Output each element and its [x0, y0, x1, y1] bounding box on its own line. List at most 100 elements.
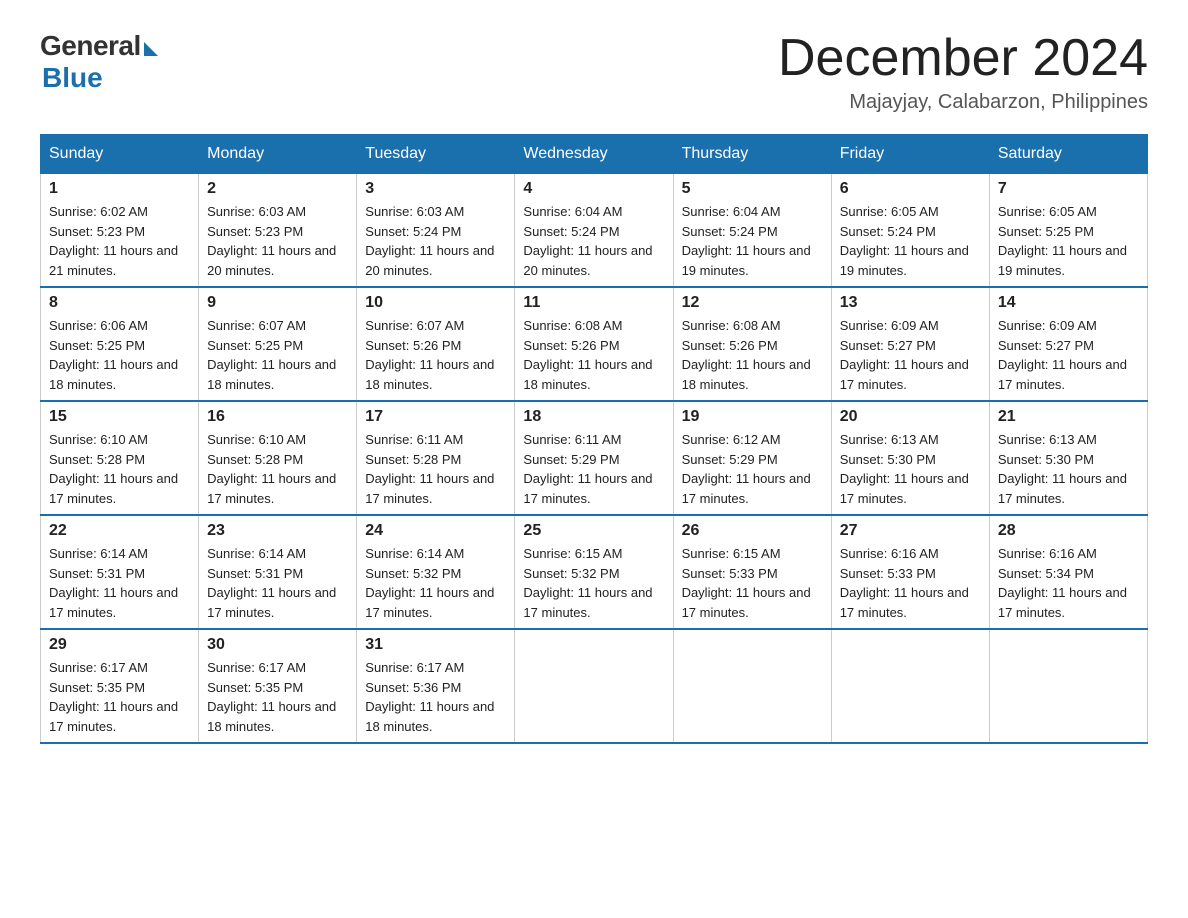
calendar-cell: 8 Sunrise: 6:06 AMSunset: 5:25 PMDayligh…: [41, 287, 199, 401]
day-number: 3: [365, 180, 506, 198]
day-info: Sunrise: 6:03 AMSunset: 5:23 PMDaylight:…: [207, 202, 348, 280]
calendar-cell: [515, 629, 673, 743]
calendar-cell: 9 Sunrise: 6:07 AMSunset: 5:25 PMDayligh…: [199, 287, 357, 401]
month-title: December 2024: [778, 30, 1148, 87]
calendar-cell: 31 Sunrise: 6:17 AMSunset: 5:36 PMDaylig…: [357, 629, 515, 743]
day-info: Sunrise: 6:04 AMSunset: 5:24 PMDaylight:…: [523, 202, 664, 280]
day-number: 12: [682, 294, 823, 312]
day-info: Sunrise: 6:06 AMSunset: 5:25 PMDaylight:…: [49, 316, 190, 394]
day-number: 2: [207, 180, 348, 198]
day-info: Sunrise: 6:10 AMSunset: 5:28 PMDaylight:…: [49, 430, 190, 508]
weekday-header-tuesday: Tuesday: [357, 135, 515, 174]
day-info: Sunrise: 6:09 AMSunset: 5:27 PMDaylight:…: [998, 316, 1139, 394]
calendar-cell: 20 Sunrise: 6:13 AMSunset: 5:30 PMDaylig…: [831, 401, 989, 515]
day-info: Sunrise: 6:15 AMSunset: 5:33 PMDaylight:…: [682, 544, 823, 622]
title-block: December 2024 Majayjay, Calabarzon, Phil…: [778, 30, 1148, 114]
day-number: 16: [207, 408, 348, 426]
day-number: 7: [998, 180, 1139, 198]
calendar-cell: 11 Sunrise: 6:08 AMSunset: 5:26 PMDaylig…: [515, 287, 673, 401]
day-info: Sunrise: 6:08 AMSunset: 5:26 PMDaylight:…: [682, 316, 823, 394]
day-info: Sunrise: 6:07 AMSunset: 5:25 PMDaylight:…: [207, 316, 348, 394]
calendar-table: SundayMondayTuesdayWednesdayThursdayFrid…: [40, 134, 1148, 744]
day-number: 9: [207, 294, 348, 312]
day-info: Sunrise: 6:11 AMSunset: 5:29 PMDaylight:…: [523, 430, 664, 508]
calendar-cell: 21 Sunrise: 6:13 AMSunset: 5:30 PMDaylig…: [989, 401, 1147, 515]
page-header: General Blue December 2024 Majayjay, Cal…: [40, 30, 1148, 114]
calendar-cell: 16 Sunrise: 6:10 AMSunset: 5:28 PMDaylig…: [199, 401, 357, 515]
day-number: 31: [365, 636, 506, 654]
day-number: 6: [840, 180, 981, 198]
day-info: Sunrise: 6:04 AMSunset: 5:24 PMDaylight:…: [682, 202, 823, 280]
weekday-header-saturday: Saturday: [989, 135, 1147, 174]
calendar-cell: 26 Sunrise: 6:15 AMSunset: 5:33 PMDaylig…: [673, 515, 831, 629]
calendar-cell: 15 Sunrise: 6:10 AMSunset: 5:28 PMDaylig…: [41, 401, 199, 515]
day-info: Sunrise: 6:16 AMSunset: 5:34 PMDaylight:…: [998, 544, 1139, 622]
calendar-week-row: 22 Sunrise: 6:14 AMSunset: 5:31 PMDaylig…: [41, 515, 1148, 629]
calendar-cell: 7 Sunrise: 6:05 AMSunset: 5:25 PMDayligh…: [989, 174, 1147, 288]
day-info: Sunrise: 6:10 AMSunset: 5:28 PMDaylight:…: [207, 430, 348, 508]
calendar-cell: 2 Sunrise: 6:03 AMSunset: 5:23 PMDayligh…: [199, 174, 357, 288]
calendar-cell: 3 Sunrise: 6:03 AMSunset: 5:24 PMDayligh…: [357, 174, 515, 288]
day-info: Sunrise: 6:16 AMSunset: 5:33 PMDaylight:…: [840, 544, 981, 622]
logo-blue-text: Blue: [42, 62, 103, 94]
day-number: 25: [523, 522, 664, 540]
day-number: 22: [49, 522, 190, 540]
calendar-cell: 23 Sunrise: 6:14 AMSunset: 5:31 PMDaylig…: [199, 515, 357, 629]
day-info: Sunrise: 6:08 AMSunset: 5:26 PMDaylight:…: [523, 316, 664, 394]
calendar-cell: 19 Sunrise: 6:12 AMSunset: 5:29 PMDaylig…: [673, 401, 831, 515]
day-info: Sunrise: 6:13 AMSunset: 5:30 PMDaylight:…: [998, 430, 1139, 508]
calendar-cell: [831, 629, 989, 743]
day-number: 1: [49, 180, 190, 198]
weekday-header-friday: Friday: [831, 135, 989, 174]
calendar-cell: 27 Sunrise: 6:16 AMSunset: 5:33 PMDaylig…: [831, 515, 989, 629]
calendar-week-row: 1 Sunrise: 6:02 AMSunset: 5:23 PMDayligh…: [41, 174, 1148, 288]
day-info: Sunrise: 6:17 AMSunset: 5:35 PMDaylight:…: [207, 658, 348, 736]
calendar-cell: 22 Sunrise: 6:14 AMSunset: 5:31 PMDaylig…: [41, 515, 199, 629]
day-number: 24: [365, 522, 506, 540]
weekday-header-monday: Monday: [199, 135, 357, 174]
day-number: 11: [523, 294, 664, 312]
day-info: Sunrise: 6:13 AMSunset: 5:30 PMDaylight:…: [840, 430, 981, 508]
calendar-week-row: 15 Sunrise: 6:10 AMSunset: 5:28 PMDaylig…: [41, 401, 1148, 515]
day-info: Sunrise: 6:03 AMSunset: 5:24 PMDaylight:…: [365, 202, 506, 280]
day-info: Sunrise: 6:12 AMSunset: 5:29 PMDaylight:…: [682, 430, 823, 508]
day-info: Sunrise: 6:14 AMSunset: 5:31 PMDaylight:…: [49, 544, 190, 622]
weekday-header-thursday: Thursday: [673, 135, 831, 174]
day-number: 10: [365, 294, 506, 312]
day-info: Sunrise: 6:14 AMSunset: 5:32 PMDaylight:…: [365, 544, 506, 622]
day-number: 14: [998, 294, 1139, 312]
calendar-week-row: 29 Sunrise: 6:17 AMSunset: 5:35 PMDaylig…: [41, 629, 1148, 743]
calendar-cell: 24 Sunrise: 6:14 AMSunset: 5:32 PMDaylig…: [357, 515, 515, 629]
day-info: Sunrise: 6:17 AMSunset: 5:35 PMDaylight:…: [49, 658, 190, 736]
logo: General Blue: [40, 30, 158, 94]
day-info: Sunrise: 6:17 AMSunset: 5:36 PMDaylight:…: [365, 658, 506, 736]
calendar-cell: 4 Sunrise: 6:04 AMSunset: 5:24 PMDayligh…: [515, 174, 673, 288]
day-info: Sunrise: 6:07 AMSunset: 5:26 PMDaylight:…: [365, 316, 506, 394]
calendar-week-row: 8 Sunrise: 6:06 AMSunset: 5:25 PMDayligh…: [41, 287, 1148, 401]
calendar-cell: 1 Sunrise: 6:02 AMSunset: 5:23 PMDayligh…: [41, 174, 199, 288]
calendar-cell: 13 Sunrise: 6:09 AMSunset: 5:27 PMDaylig…: [831, 287, 989, 401]
day-number: 19: [682, 408, 823, 426]
day-number: 20: [840, 408, 981, 426]
calendar-cell: 14 Sunrise: 6:09 AMSunset: 5:27 PMDaylig…: [989, 287, 1147, 401]
calendar-cell: 6 Sunrise: 6:05 AMSunset: 5:24 PMDayligh…: [831, 174, 989, 288]
day-info: Sunrise: 6:11 AMSunset: 5:28 PMDaylight:…: [365, 430, 506, 508]
day-number: 30: [207, 636, 348, 654]
day-number: 18: [523, 408, 664, 426]
day-number: 5: [682, 180, 823, 198]
weekday-header-sunday: Sunday: [41, 135, 199, 174]
calendar-cell: 5 Sunrise: 6:04 AMSunset: 5:24 PMDayligh…: [673, 174, 831, 288]
calendar-cell: 17 Sunrise: 6:11 AMSunset: 5:28 PMDaylig…: [357, 401, 515, 515]
location-text: Majayjay, Calabarzon, Philippines: [778, 91, 1148, 114]
calendar-cell: 18 Sunrise: 6:11 AMSunset: 5:29 PMDaylig…: [515, 401, 673, 515]
day-info: Sunrise: 6:02 AMSunset: 5:23 PMDaylight:…: [49, 202, 190, 280]
calendar-cell: 12 Sunrise: 6:08 AMSunset: 5:26 PMDaylig…: [673, 287, 831, 401]
day-number: 4: [523, 180, 664, 198]
day-info: Sunrise: 6:09 AMSunset: 5:27 PMDaylight:…: [840, 316, 981, 394]
calendar-cell: [673, 629, 831, 743]
day-number: 27: [840, 522, 981, 540]
calendar-cell: 30 Sunrise: 6:17 AMSunset: 5:35 PMDaylig…: [199, 629, 357, 743]
day-number: 28: [998, 522, 1139, 540]
day-number: 15: [49, 408, 190, 426]
day-number: 23: [207, 522, 348, 540]
